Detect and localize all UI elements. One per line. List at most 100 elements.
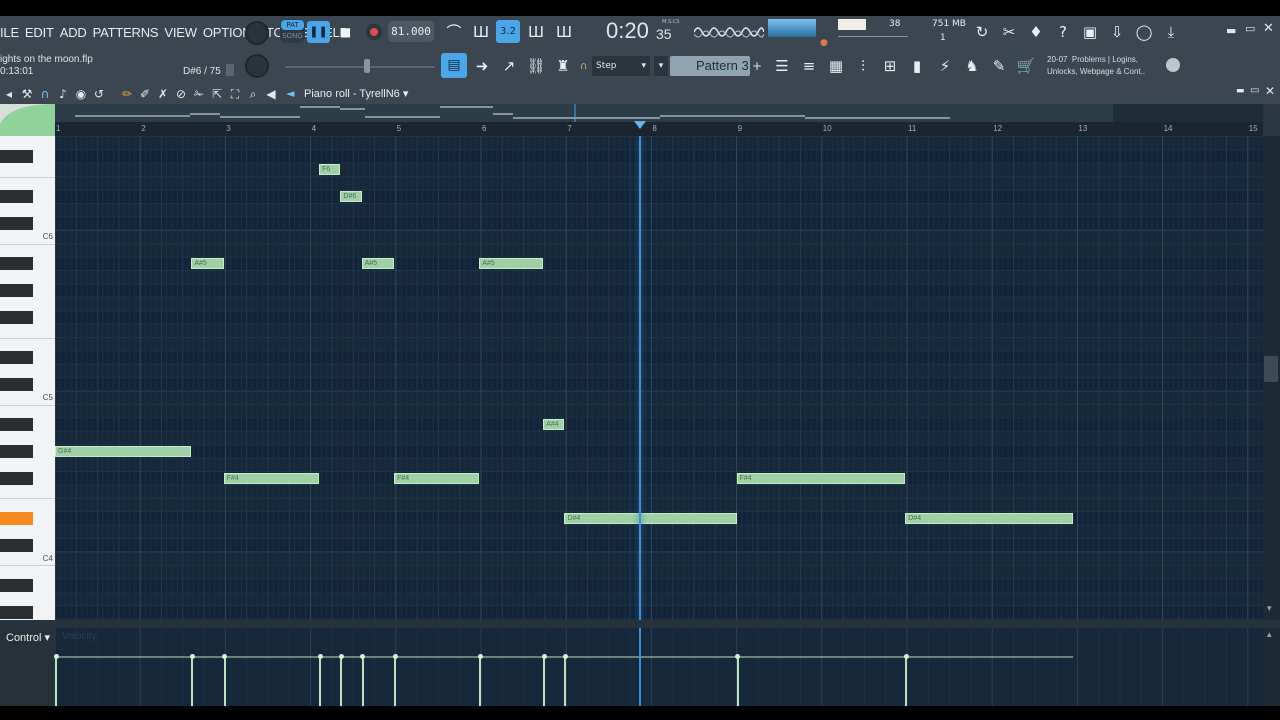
note[interactable]: A#4	[543, 418, 565, 430]
news-ticker[interactable]: 20-07 Problems | Logins,	[1047, 55, 1138, 64]
close-icon[interactable]: ✕	[1263, 21, 1274, 36]
black-key[interactable]	[0, 310, 33, 324]
velocity-lane[interactable]: Velocity	[53, 628, 1263, 706]
menu-patterns[interactable]: PATTERNS	[93, 25, 159, 40]
zoom-select-icon[interactable]: ⛶	[226, 87, 244, 102]
pr-minimize-icon[interactable]: ▬	[1236, 86, 1245, 96]
note-icon[interactable]: ♪	[54, 87, 72, 101]
browser-icon[interactable]: ⊞	[878, 55, 902, 77]
velocity-handle[interactable]	[338, 654, 344, 659]
velocity-handle[interactable]	[903, 654, 909, 659]
velocity-bar[interactable]	[361, 657, 364, 706]
help-icon[interactable]: ?	[1051, 21, 1075, 43]
pattern-selector[interactable]: Pattern 3	[670, 56, 750, 76]
brush-icon[interactable]: ✐	[136, 87, 154, 101]
timeline-ruler[interactable]: 1 2 3 4 5 6 7 8 9 10 11 12 13 14 15	[55, 122, 1263, 136]
cut-icon[interactable]: ✂	[997, 21, 1021, 43]
control-separator[interactable]	[0, 620, 1280, 628]
render-icon[interactable]: ⇩	[1105, 21, 1129, 43]
file-icon[interactable]: ▮	[905, 55, 929, 77]
loop-record-icon[interactable]: Ш	[552, 21, 576, 43]
slice-icon[interactable]: ✁	[190, 87, 208, 101]
menu-view[interactable]: VIEW	[164, 25, 197, 40]
countdown-button[interactable]: 3.2	[496, 20, 520, 43]
piano-roll-mode-icon[interactable]: ▤	[441, 53, 467, 78]
minimize-icon[interactable]: ▬	[1226, 24, 1236, 37]
metronome-icon[interactable]: ⌒	[442, 21, 466, 43]
slider-handle[interactable]	[364, 59, 370, 73]
pr-maximize-icon[interactable]: ▭	[1250, 85, 1259, 96]
plugin-icon[interactable]: ⚡	[933, 55, 957, 77]
master-volume-knob[interactable]	[245, 21, 269, 45]
velocity-handle[interactable]	[317, 654, 323, 659]
velocity-handle[interactable]	[562, 654, 568, 659]
note[interactable]: F#4	[223, 472, 320, 484]
wrench-icon[interactable]: ⚒	[18, 87, 36, 101]
note[interactable]: A#5	[361, 258, 395, 270]
playlist-icon[interactable]: ☰	[770, 55, 794, 77]
chat-icon[interactable]: ◯	[1132, 21, 1156, 43]
black-key[interactable]	[0, 578, 33, 592]
black-key[interactable]	[0, 417, 33, 431]
shop-icon[interactable]: 🛒	[1014, 55, 1038, 77]
master-pitch-knob[interactable]	[245, 54, 269, 78]
control-select[interactable]: Control ▾	[6, 631, 50, 644]
velocity-bar[interactable]	[223, 657, 226, 706]
black-key[interactable]	[0, 216, 33, 230]
note[interactable]: G#4	[55, 445, 192, 457]
maximize-icon[interactable]: ▭	[1245, 22, 1255, 35]
black-key[interactable]	[0, 190, 33, 204]
scrollbar-thumb[interactable]	[1264, 356, 1278, 382]
black-key[interactable]	[0, 444, 33, 458]
pat-song-toggle[interactable]: PAT SONG	[280, 19, 305, 43]
add-pattern-button[interactable]: +	[751, 56, 763, 76]
velocity-bar[interactable]	[543, 657, 546, 706]
magnet-snap-icon[interactable]: ∩	[36, 87, 54, 101]
channel-rack-icon[interactable]: ▦	[824, 55, 848, 77]
select-icon[interactable]: ⇱	[208, 87, 226, 101]
control-scroll-up-icon[interactable]: ▴	[1267, 630, 1272, 640]
redo-icon[interactable]: ↺	[90, 87, 108, 101]
pattern-dropdown-button[interactable]: ▾	[654, 56, 668, 76]
microphone-icon[interactable]: ♦	[1024, 21, 1048, 43]
black-key[interactable]	[0, 538, 33, 552]
master-pitch-slider[interactable]	[285, 66, 435, 68]
velocity-bar[interactable]	[55, 657, 57, 706]
slide-icon[interactable]: ↗	[497, 55, 521, 77]
velocity-bar[interactable]	[319, 657, 322, 706]
note[interactable]: A#5	[479, 258, 544, 270]
record-button[interactable]	[366, 24, 382, 40]
pr-close-icon[interactable]: ✕	[1265, 84, 1275, 98]
velocity-handle[interactable]	[477, 654, 483, 659]
save-icon[interactable]: ▣	[1078, 21, 1102, 43]
note-grid[interactable]: F6 D#6 A#5 A#5 A#5 A#4 G#4 F#4 F#4 F#4 D#4 D#4	[55, 136, 1263, 620]
zoom-icon[interactable]: ⌕	[244, 87, 262, 102]
tempo-tapper-icon[interactable]: ♞	[960, 55, 984, 77]
record-loop-icon[interactable]: ◉	[72, 87, 90, 101]
note[interactable]: D#4	[905, 512, 1074, 524]
download-icon[interactable]: ⤓	[1159, 21, 1183, 43]
black-key[interactable]	[0, 605, 33, 619]
globe-icon[interactable]	[1166, 58, 1180, 72]
mixer-icon[interactable]: ⫶	[851, 55, 875, 77]
link-icon[interactable]: ⛓	[524, 55, 548, 77]
piano-roll-icon[interactable]: ≡	[797, 55, 821, 77]
note[interactable]: F#4	[394, 472, 480, 484]
velocity-bar[interactable]	[564, 657, 567, 706]
mute-icon[interactable]: ⊘	[172, 87, 190, 101]
time-display-main[interactable]: 0:20	[606, 18, 649, 44]
velocity-handle[interactable]	[541, 654, 547, 659]
oscilloscope[interactable]	[693, 22, 765, 42]
note[interactable]: F#4	[736, 472, 906, 484]
velocity-handle[interactable]	[53, 654, 59, 659]
arrow-right-icon[interactable]: ➜	[470, 55, 494, 77]
velocity-bar[interactable]	[736, 657, 739, 706]
menu-edit[interactable]: EDIT	[25, 25, 54, 40]
playback-icon[interactable]: ◀	[262, 87, 280, 101]
black-key[interactable]	[0, 283, 33, 297]
menu-arrow-icon[interactable]: ◂	[0, 87, 18, 101]
note[interactable]: D#6	[340, 191, 362, 203]
step-edit-icon[interactable]: Ш	[524, 21, 548, 43]
velocity-bar[interactable]	[340, 657, 343, 706]
menu-file[interactable]: ILE	[0, 25, 19, 40]
